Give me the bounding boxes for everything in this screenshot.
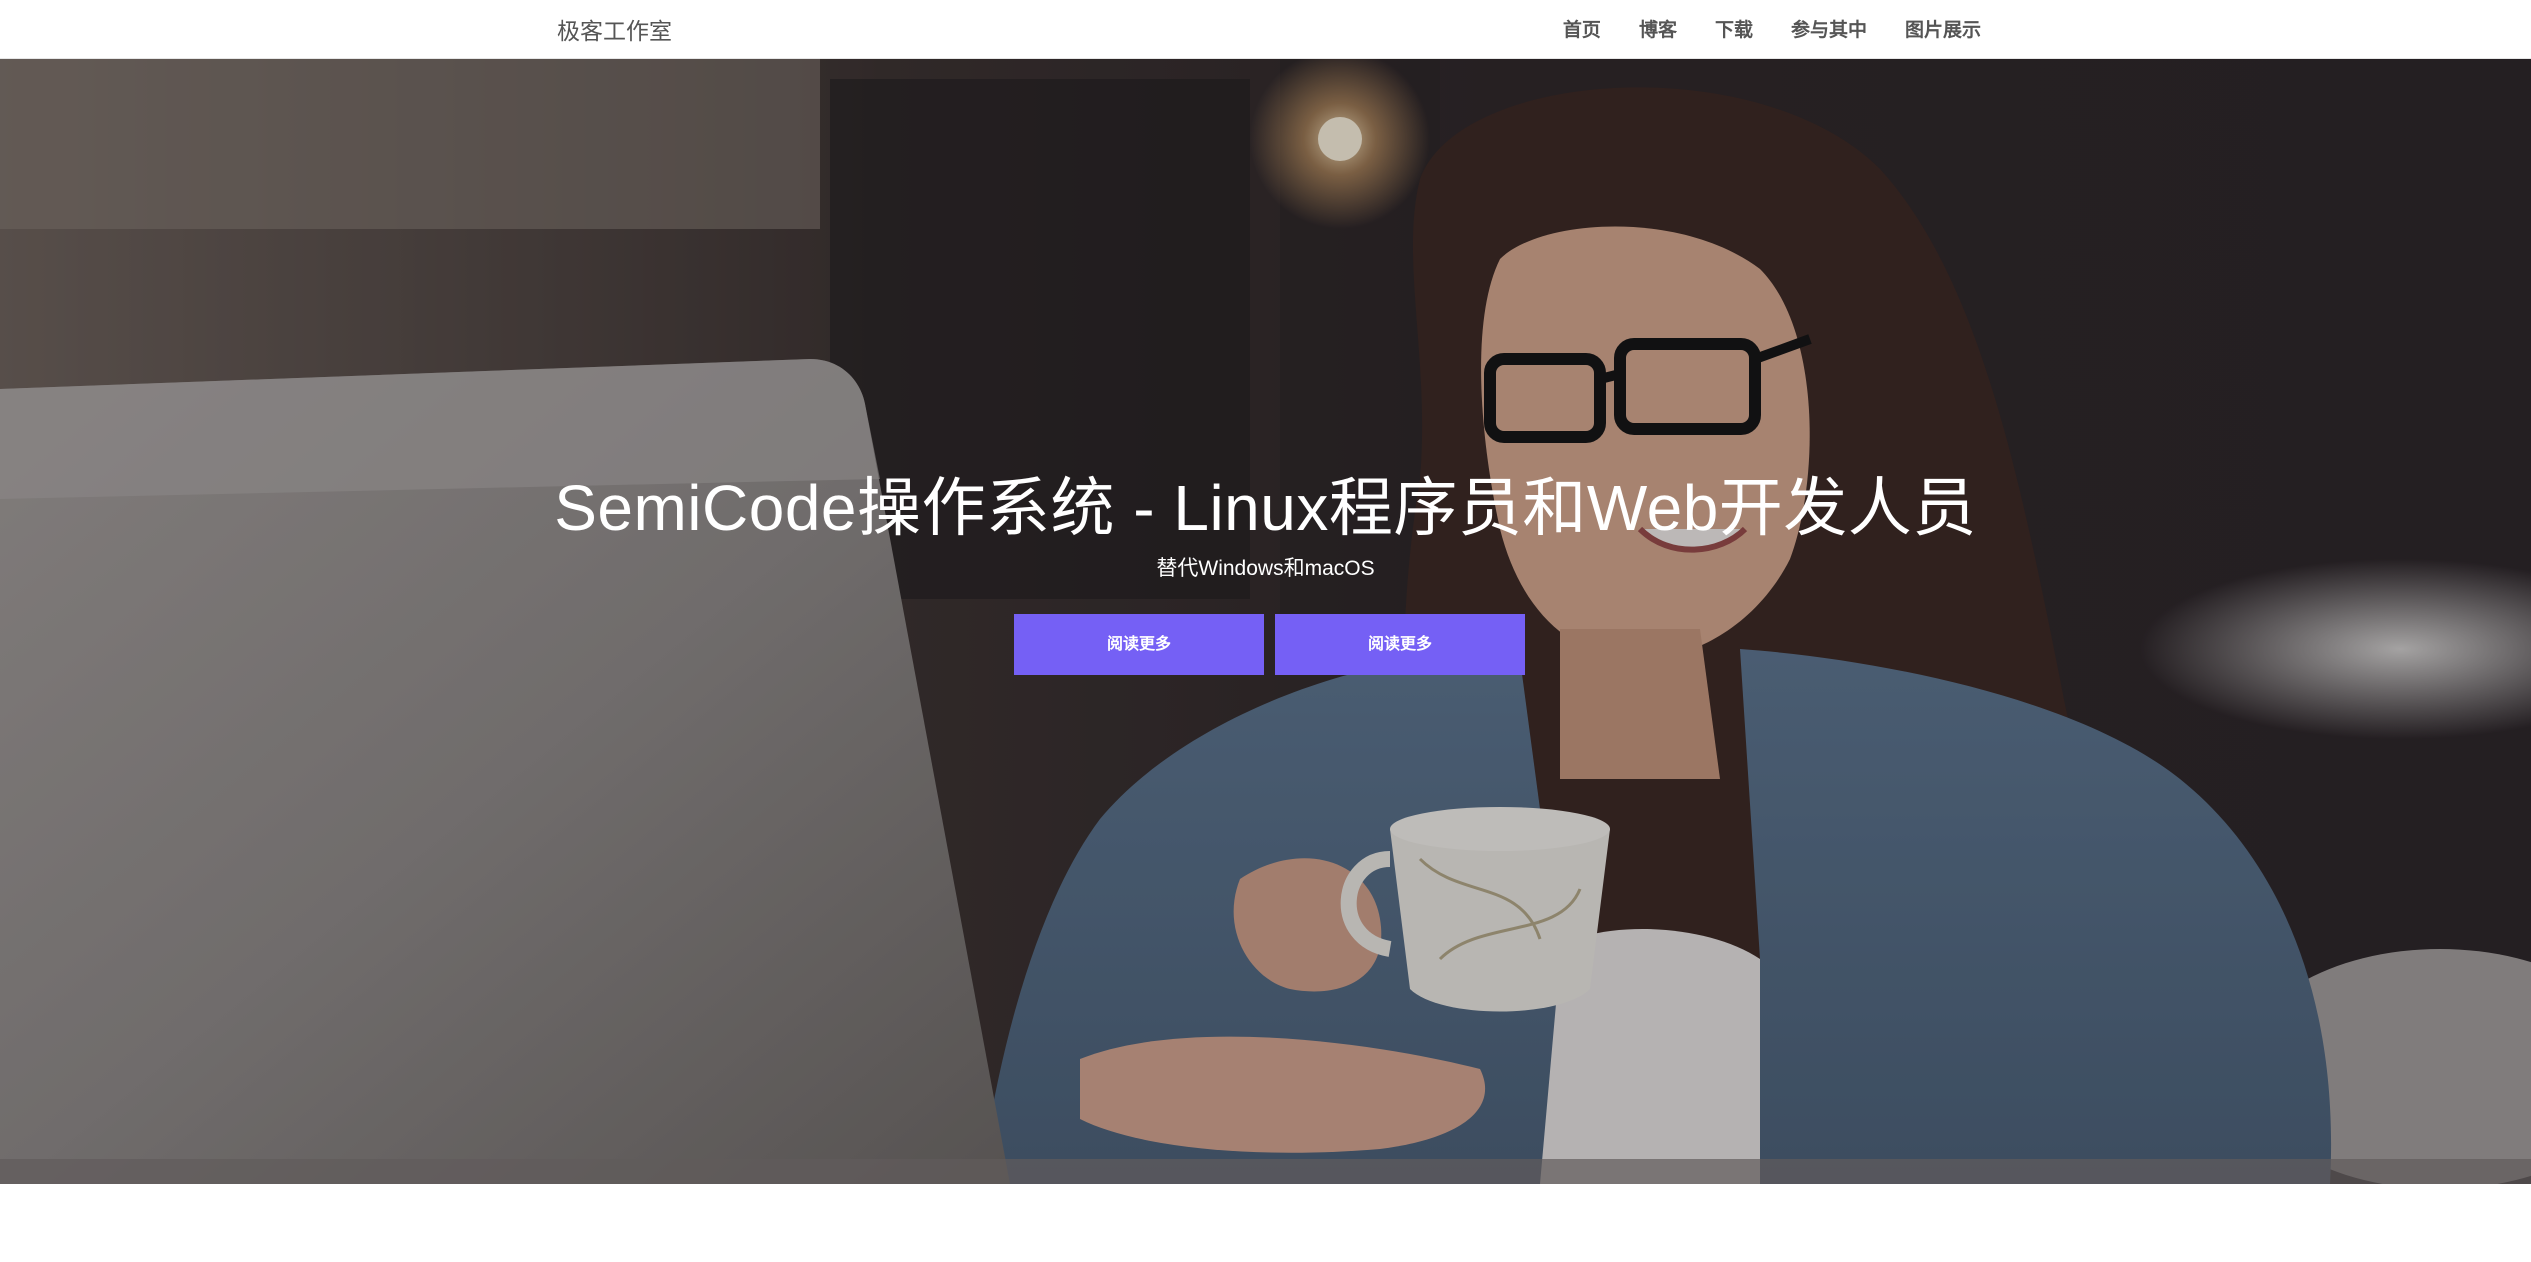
nav-link-gallery[interactable]: 图片展示 — [1905, 15, 1981, 42]
read-more-button-1[interactable]: 阅读更多 — [1014, 614, 1264, 675]
top-navbar: 极客工作室 首页 博客 下载 参与其中 图片展示 — [0, 0, 2531, 59]
hero-section: SemiCode操作系统 - Linux程序员和Web开发人员 替代Window… — [0, 59, 2531, 1184]
hero-title: SemiCode操作系统 - Linux程序员和Web开发人员 — [554, 472, 1977, 544]
hero-subtitle: 替代Windows和macOS — [1156, 557, 1375, 580]
nav-link-blog[interactable]: 博客 — [1639, 15, 1677, 42]
nav-link-get-involved[interactable]: 参与其中 — [1791, 15, 1867, 42]
brand-logo-link[interactable]: 极客工作室 — [557, 12, 672, 46]
nav-link-home[interactable]: 首页 — [1563, 15, 1601, 42]
nav-link-download[interactable]: 下载 — [1715, 15, 1753, 42]
hero-dark-overlay — [0, 59, 2531, 1184]
read-more-button-2[interactable]: 阅读更多 — [1275, 614, 1525, 675]
nav-links: 首页 博客 下载 参与其中 图片展示 — [1563, 0, 1981, 56]
